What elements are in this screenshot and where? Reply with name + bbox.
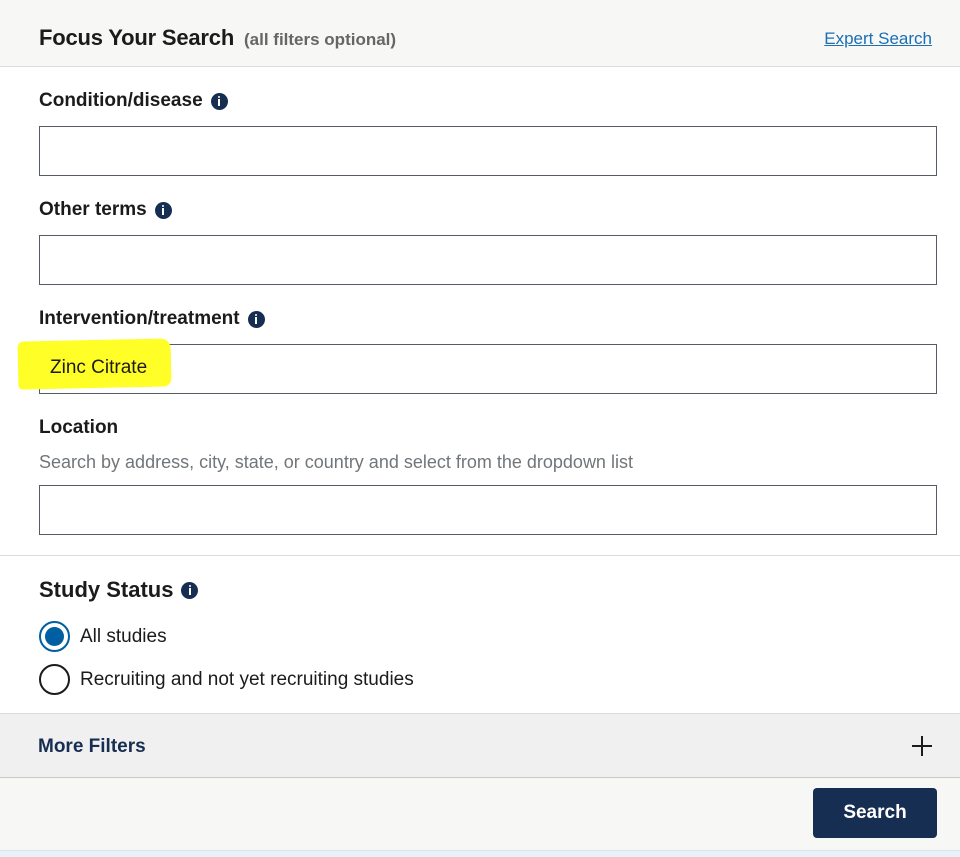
search-button[interactable]: Search	[813, 788, 937, 838]
study-status-info-icon[interactable]	[181, 581, 199, 599]
location-label-text: Location	[39, 417, 119, 438]
study-status-title: Study Status	[39, 577, 199, 603]
search-header: Focus Your Search (all filters optional)…	[0, 0, 960, 67]
other-terms-label: Other terms	[39, 199, 172, 221]
section-divider	[0, 555, 960, 556]
yellow-highlight-mark	[17, 338, 172, 390]
location-hint: Search by address, city, state, or count…	[39, 452, 633, 472]
condition-label: Condition/disease	[39, 90, 228, 112]
expert-search-link[interactable]: Expert Search	[824, 29, 932, 49]
other-terms-label-text: Other terms	[39, 199, 147, 220]
plus-icon[interactable]	[912, 736, 932, 756]
radio-unselected-icon[interactable]	[39, 664, 70, 695]
page-subtitle: (all filters optional)	[244, 30, 397, 49]
location-input[interactable]	[39, 485, 937, 535]
condition-input[interactable]	[39, 126, 937, 176]
other-terms-info-icon[interactable]	[154, 201, 172, 219]
condition-label-text: Condition/disease	[39, 90, 203, 111]
radio-recruiting[interactable]: Recruiting and not yet recruiting studie…	[39, 664, 414, 695]
intervention-input[interactable]	[39, 344, 937, 394]
page-title: Focus Your Search (all filters optional)	[39, 25, 396, 51]
page-title-text: Focus Your Search	[39, 25, 235, 50]
radio-selected-icon[interactable]	[39, 621, 70, 652]
radio-all-studies[interactable]: All studies	[39, 621, 167, 652]
more-filters-label: More Filters	[38, 736, 146, 757]
other-terms-input[interactable]	[39, 235, 937, 285]
study-status-title-text: Study Status	[39, 577, 174, 602]
radio-recruiting-label: Recruiting and not yet recruiting studie…	[80, 668, 414, 690]
location-label: Location	[39, 417, 118, 439]
bottom-strip	[0, 850, 960, 857]
intervention-label-text: Intervention/treatment	[39, 308, 240, 329]
search-footer: Search	[0, 778, 960, 850]
condition-info-icon[interactable]	[210, 92, 228, 110]
more-filters-toggle[interactable]: More Filters	[0, 713, 960, 778]
intervention-label: Intervention/treatment	[39, 308, 265, 330]
radio-all-studies-label: All studies	[80, 625, 167, 647]
intervention-info-icon[interactable]	[247, 310, 265, 328]
